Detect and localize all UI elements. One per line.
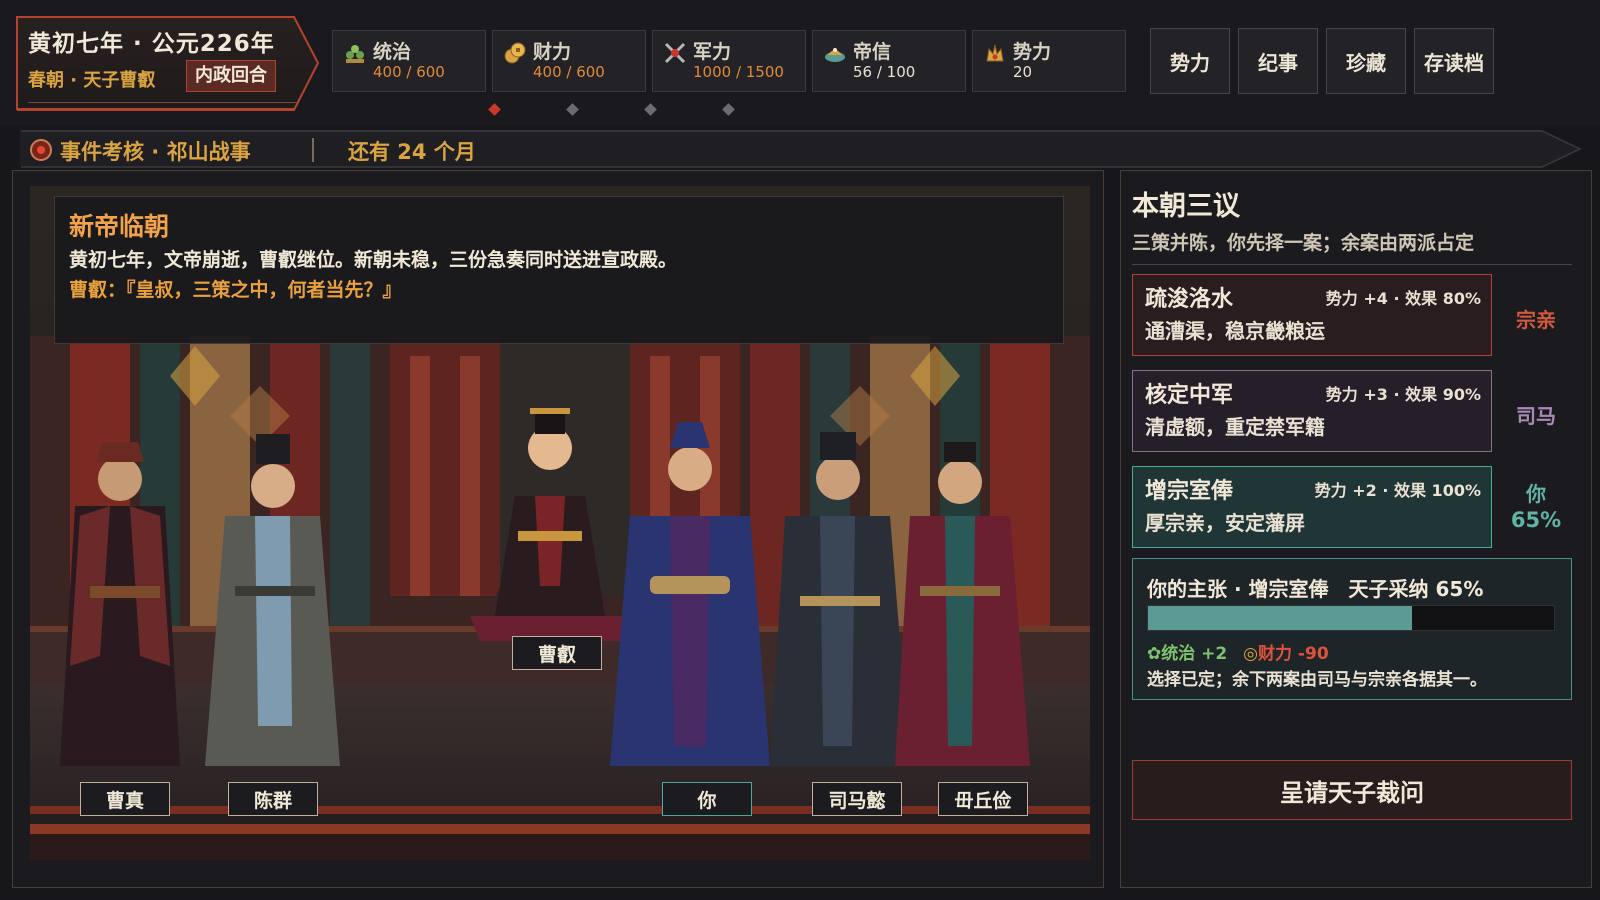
proposal-heading: 你的主张 · 增宗室俸 天子采纳 65% xyxy=(1147,577,1484,601)
event-banner-border xyxy=(21,130,1582,168)
policy-option-clan-stipend[interactable]: 增宗室俸 势力 +2 · 效果 100% 厚宗亲，安定藩屏 xyxy=(1132,466,1492,548)
treasury-icon: ◎ xyxy=(1243,644,1259,664)
adoption-progress-bar xyxy=(1147,605,1555,631)
stat-value: 1000 / 1500 xyxy=(693,63,784,81)
option-title: 疏浚洛水 xyxy=(1145,287,1234,312)
proposal-effects: ✿统治 +2 ◎财力 -90 xyxy=(1147,639,1329,664)
stat-value: 56 / 100 xyxy=(853,63,916,81)
submit-to-emperor-button[interactable]: 呈请天子裁问 xyxy=(1132,760,1572,820)
stat-military[interactable]: 军力 1000 / 1500 xyxy=(652,30,806,92)
option-desc: 厚宗亲，安定藩屏 xyxy=(1145,511,1305,535)
adoption-progress-fill xyxy=(1148,606,1412,630)
stat-label: 财力 xyxy=(533,41,572,63)
option-title: 增宗室俸 xyxy=(1145,479,1234,504)
story-title: 新帝临朝 xyxy=(69,212,170,241)
nav-collection-button[interactable]: 珍藏 xyxy=(1326,28,1406,94)
influence-icon xyxy=(986,44,1004,62)
nav-influence-button[interactable]: 势力 xyxy=(1150,28,1230,94)
policy-option-dredge-luo[interactable]: 疏浚洛水 势力 +4 · 效果 80% 通漕渠，稳京畿粮运 xyxy=(1132,274,1492,356)
governance-icon: ✿ xyxy=(1147,644,1162,664)
governance-icon xyxy=(346,45,364,63)
story-quote: 曹叡：『皇叔，三策之中，何者当先？』 xyxy=(69,279,402,301)
option-stats: 势力 +3 · 效果 90% xyxy=(1325,385,1481,404)
effect-treasury: 财力 -90 xyxy=(1258,644,1329,664)
stat-imperial-trust[interactable]: 帝信 56 / 100 xyxy=(812,30,966,92)
stat-label: 势力 xyxy=(1013,41,1052,63)
option-desc: 通漕渠，稳京畿粮运 xyxy=(1145,319,1325,343)
stat-influence[interactable]: 势力 20 xyxy=(972,30,1126,92)
nameplate-cao-zhen[interactable]: 曹真 xyxy=(80,782,170,816)
nav-save-load-button[interactable]: 存读档 xyxy=(1414,28,1494,94)
stat-value: 400 / 600 xyxy=(533,63,605,81)
option-faction-label: 宗亲 xyxy=(1516,308,1556,332)
option-stats: 势力 +2 · 效果 100% xyxy=(1314,481,1481,500)
panel-title: 本朝三议 xyxy=(1132,191,1240,222)
proposal-card: 你的主张 · 增宗室俸 天子采纳 65% ✿统治 +2 ◎财力 -90 选择已定… xyxy=(1132,558,1572,700)
event-seal-icon xyxy=(30,139,52,161)
imperial-trust-icon xyxy=(825,48,845,62)
nameplate-chen-qun[interactable]: 陈群 xyxy=(228,782,318,816)
option-stats: 势力 +4 · 效果 80% xyxy=(1325,289,1481,308)
stat-treasury[interactable]: 财力 400 / 600 xyxy=(492,30,646,92)
story-text: 黄初七年，文帝崩逝，曹叡继位。新朝未稳，三份急奏同时送进宣政殿。 xyxy=(69,249,678,271)
proposal-note: 选择已定；余下两案由司马与宗亲各据其一。 xyxy=(1147,670,1487,690)
effect-governance: 统治 +2 xyxy=(1161,644,1228,664)
panel-divider xyxy=(1132,264,1572,265)
military-icon xyxy=(664,42,686,64)
nameplate-guanqiu-jian[interactable]: 毌丘俭 xyxy=(938,782,1028,816)
event-remaining: 还有 24 个月 xyxy=(348,140,476,164)
nameplate-cao-rui[interactable]: 曹叡 xyxy=(512,636,602,670)
stat-label: 统治 xyxy=(373,41,412,63)
option-desc: 清虚额，重定禁军籍 xyxy=(1145,415,1325,439)
stat-value: 20 xyxy=(1013,63,1033,81)
option-faction-label: 司马 xyxy=(1516,404,1556,428)
policy-option-central-army[interactable]: 核定中军 势力 +3 · 效果 90% 清虚额，重定禁军籍 xyxy=(1132,370,1492,452)
option-faction-percent: 65% xyxy=(1510,508,1562,532)
stat-label: 帝信 xyxy=(853,41,892,63)
option-faction-label: 你 xyxy=(1526,482,1546,506)
stat-label: 军力 xyxy=(693,41,732,63)
panel-subtitle: 三策并陈，你先择一案；余案由两派占定 xyxy=(1132,232,1475,254)
banner-divider xyxy=(312,138,314,162)
treasury-icon xyxy=(504,42,526,64)
stat-value: 400 / 600 xyxy=(373,63,445,81)
stat-governance[interactable]: 统治 400 / 600 xyxy=(332,30,486,92)
date-panel-border xyxy=(17,16,320,111)
nav-chronicle-button[interactable]: 纪事 xyxy=(1238,28,1318,94)
event-title: 事件考核 · 祁山战事 xyxy=(60,140,251,164)
nameplate-sima-yi[interactable]: 司马懿 xyxy=(812,782,902,816)
nameplate-player[interactable]: 你 xyxy=(662,782,752,816)
option-title: 核定中军 xyxy=(1145,383,1234,408)
story-dialog: 新帝临朝 黄初七年，文帝崩逝，曹叡继位。新朝未稳，三份急奏同时送进宣政殿。 曹叡… xyxy=(54,196,1064,344)
